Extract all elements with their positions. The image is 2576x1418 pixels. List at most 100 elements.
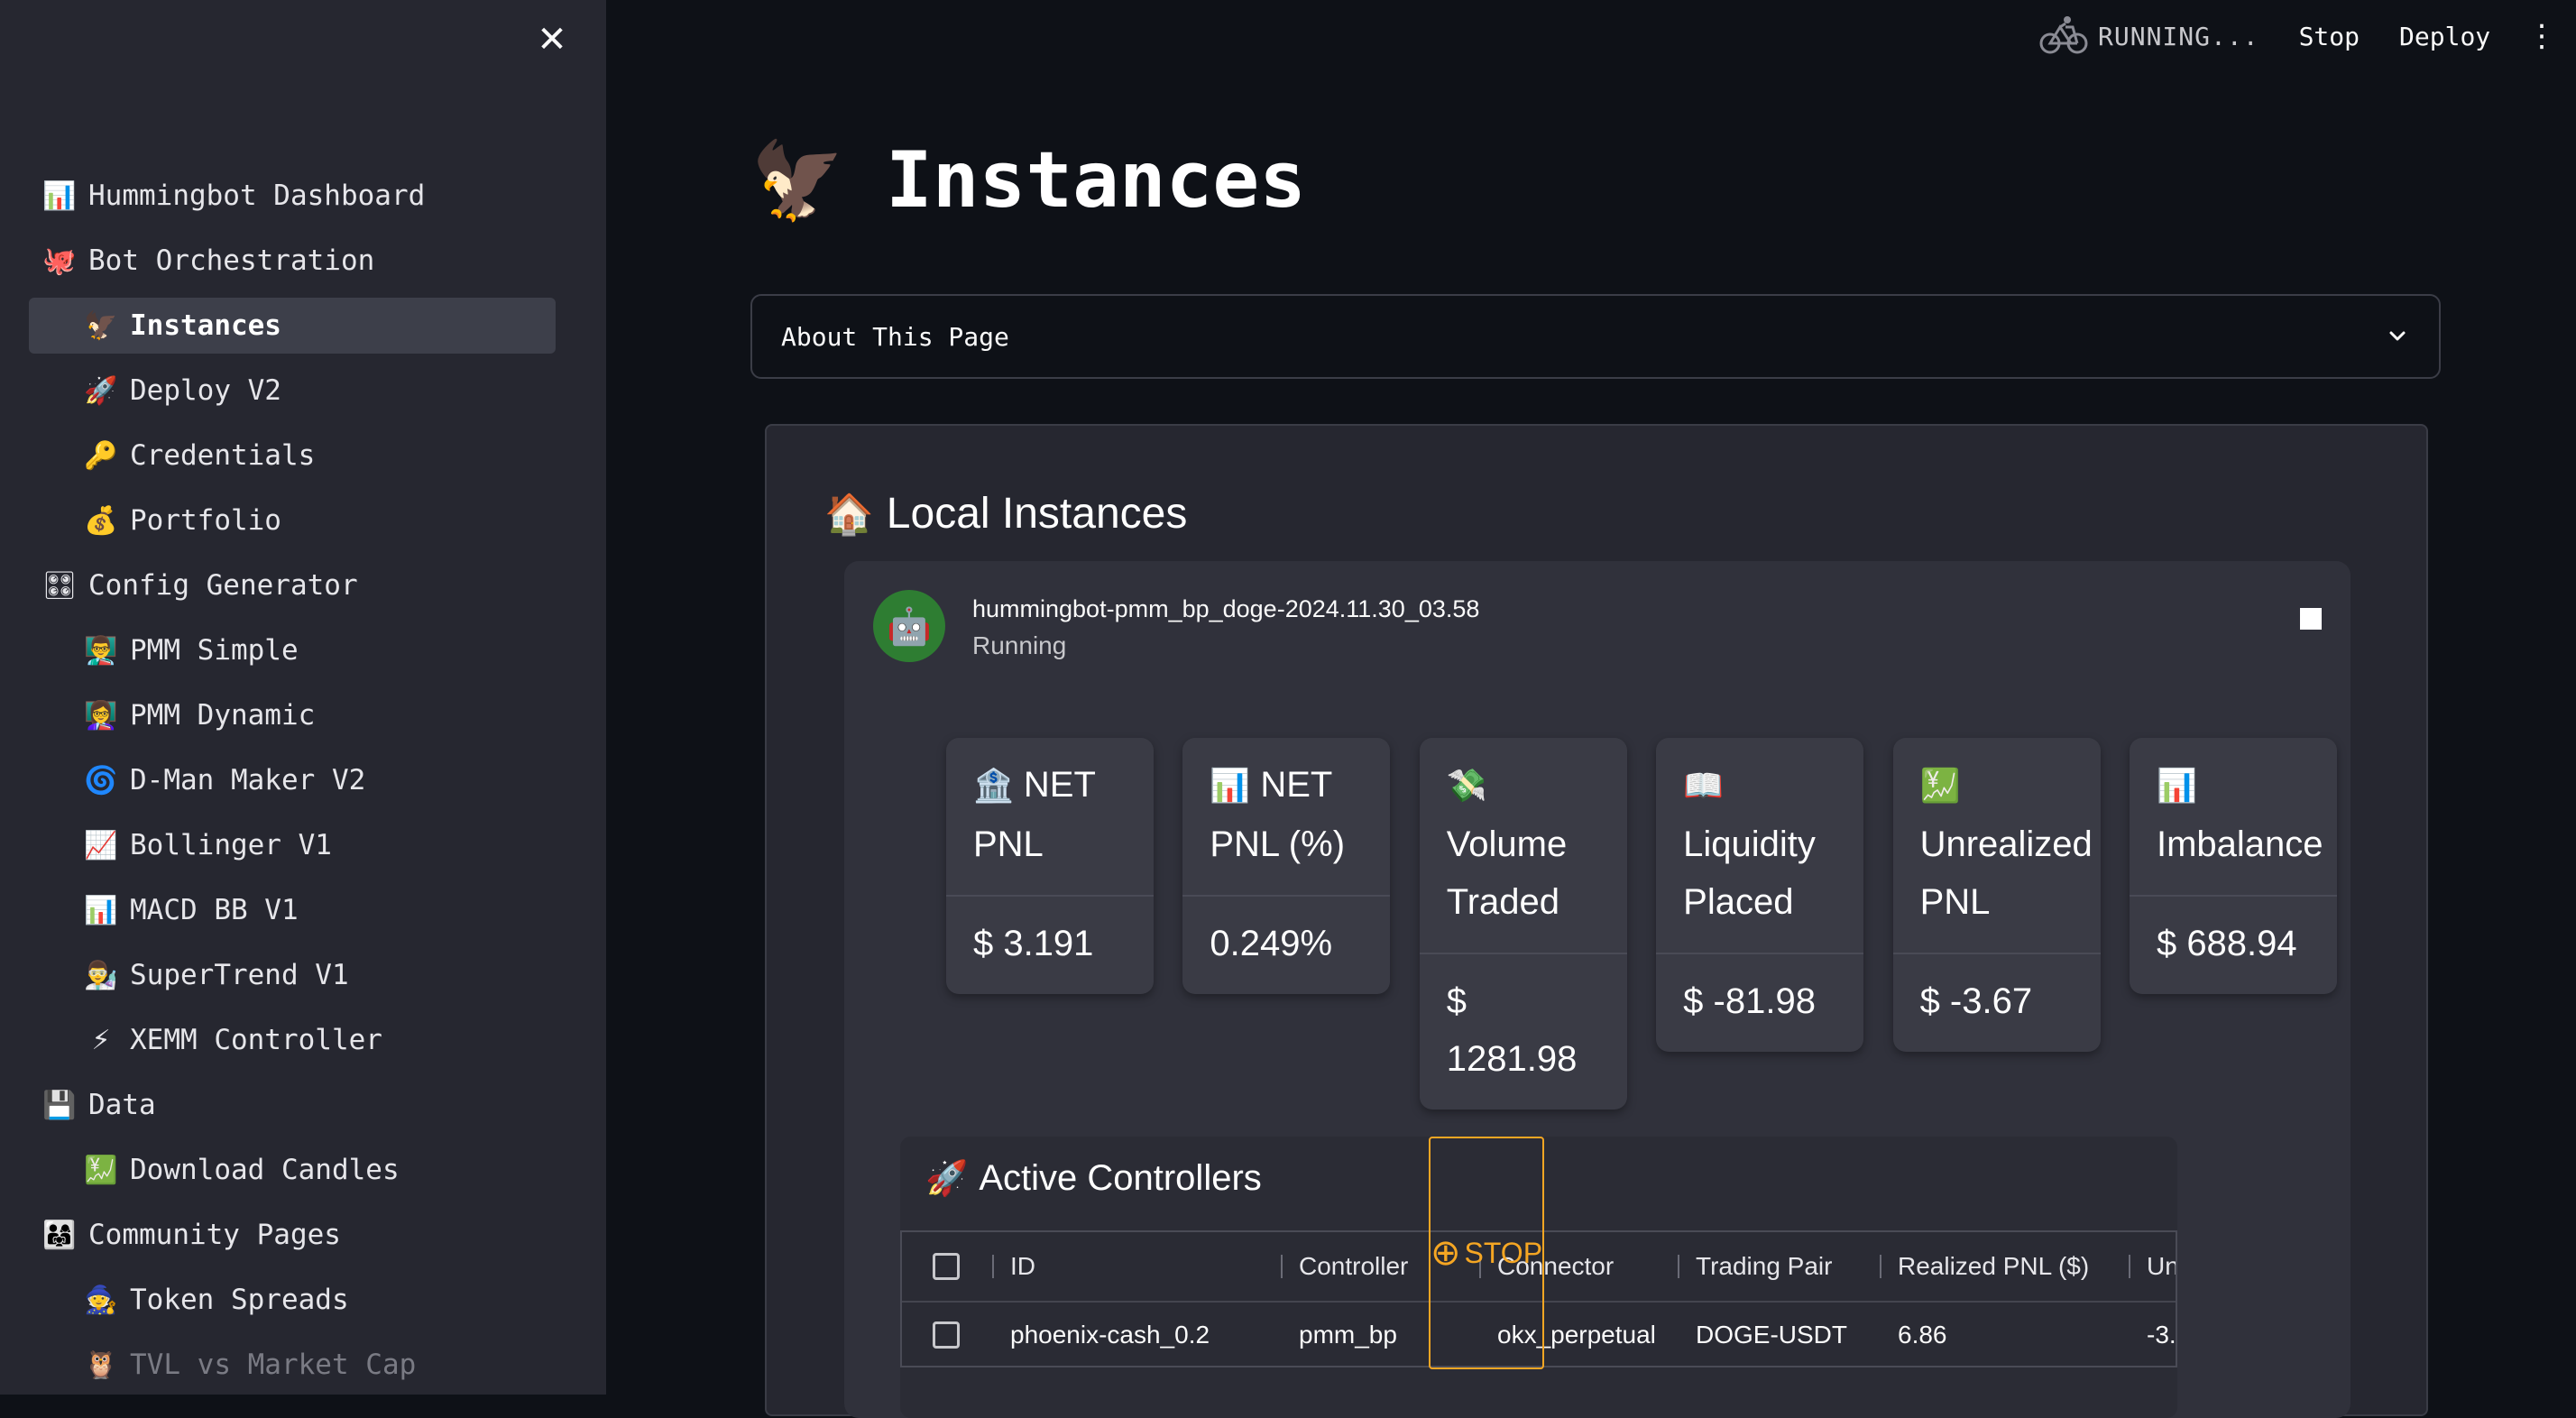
panel-title: 🏠 Local Instances (824, 489, 1187, 539)
metric-card: 🏦 NET PNL $ 3.191 (945, 738, 1154, 994)
running-status: RUNNING... (2038, 14, 2259, 58)
sidebar-item-xemm-controller[interactable]: ⚡ XEMM Controller (29, 1012, 556, 1068)
column-header[interactable]: ID (1010, 1252, 1035, 1281)
column-header[interactable]: Trading Pair (1696, 1252, 1832, 1281)
sidebar-item-icon: 💰 (84, 504, 118, 537)
local-instances-panel: 🏠 Local Instances 🤖 hummingbot-pmm_bp_do… (765, 424, 2428, 1418)
controllers-title: 🚀 Active Controllers (925, 1158, 1262, 1199)
sidebar-item-download-candles[interactable]: 💹 Download Candles (29, 1142, 556, 1198)
metric-label: 🏦 NET PNL (945, 738, 1154, 897)
chevron-down-icon (2389, 331, 2406, 341)
table-cell: DOGE-USDT (1696, 1321, 1847, 1349)
stop-controllers-label: STOP (1464, 1236, 1543, 1269)
sidebar-item-icon: 🎛 (41, 569, 78, 602)
sidebar-item-label: XEMM Controller (130, 1024, 382, 1056)
sidebar-item-data[interactable]: 💾 Data (29, 1077, 556, 1133)
sidebar-item-icon: ⚡ (91, 1024, 111, 1056)
sidebar-item-deploy-v2[interactable]: 🚀 Deploy V2 (29, 363, 556, 419)
metric-value: $ -3.67 (1919, 981, 2033, 1021)
controllers-title-text: Active Controllers (979, 1158, 1262, 1198)
sidebar-item-pmm-simple[interactable]: 👨‍🏫 PMM Simple (29, 622, 556, 678)
sidebar-item-icon: 🔑 (84, 439, 118, 472)
sidebar-item-label: Bot Orchestration (88, 244, 375, 277)
sidebar-item-icon: 👩‍🏫 (84, 699, 118, 732)
sidebar-item-label: Credentials (130, 439, 316, 472)
metric-value: $ 1281.98 (1446, 981, 1578, 1079)
metric-label: 📊 Imbalance (2129, 738, 2337, 897)
metric-label-text: Liquidity Placed (1683, 824, 1816, 922)
column-separator[interactable] (1678, 1255, 1679, 1278)
metric-label: 📊 NET PNL (%) (1182, 738, 1391, 897)
house-icon: 🏠 (824, 491, 874, 538)
stop-button[interactable]: Stop (2299, 22, 2360, 51)
stop-controllers-button[interactable]: ⊕ STOP (1429, 1137, 1544, 1369)
top-toolbar: RUNNING... Stop Deploy ⋮ (2038, 0, 2557, 72)
column-header[interactable]: Controller (1299, 1252, 1408, 1281)
column-separator[interactable] (2129, 1255, 2130, 1278)
row-checkbox[interactable] (933, 1253, 960, 1280)
sidebar-item-pmm-dynamic[interactable]: 👩‍🏫 PMM Dynamic (29, 687, 556, 743)
expander-label: About This Page (781, 321, 1009, 352)
sidebar-item-token-spreads[interactable]: 🧙 Token Spreads (29, 1272, 556, 1328)
instance-card: 🤖 hummingbot-pmm_bp_doge-2024.11.30_03.5… (844, 561, 2351, 1418)
sidebar-item-community-pages[interactable]: 👨‍👩‍👧 Community Pages (29, 1207, 556, 1263)
deploy-button[interactable]: Deploy (2399, 22, 2490, 51)
close-sidebar-icon[interactable]: ✕ (530, 18, 574, 61)
sidebar-item-bot-orchestration[interactable]: 🐙 Bot Orchestration (29, 233, 556, 289)
metric-card: 📊 NET PNL (%) 0.249% (1182, 738, 1391, 994)
sidebar-item-label: Bollinger V1 (130, 829, 332, 861)
column-header[interactable]: Un (2147, 1252, 2176, 1281)
sidebar-item-label: D-Man Maker V2 (130, 764, 366, 796)
sidebar-item-icon: 📈 (84, 829, 118, 861)
main-menu-icon[interactable]: ⋮ (2526, 18, 2557, 54)
sidebar-item-icon: 🐙 (42, 244, 77, 277)
sidebar-item-config-generator[interactable]: 🎛 Config Generator (29, 557, 556, 613)
sidebar-item-label: SuperTrend V1 (130, 959, 349, 991)
sidebar-item-d-man-maker-v2[interactable]: 🌀 D-Man Maker V2 (29, 752, 556, 808)
eagle-icon: 🦅 (750, 135, 845, 225)
column-separator[interactable] (1281, 1255, 1283, 1278)
column-separator[interactable] (1880, 1255, 1881, 1278)
sidebar-item-label: Data (88, 1089, 156, 1121)
sidebar-item-hummingbot-dashboard[interactable]: 📊 Hummingbot Dashboard (29, 168, 556, 224)
sidebar-item-bollinger-v1[interactable]: 📈 Bollinger V1 (29, 817, 556, 873)
sidebar-item-icon: 🧙 (84, 1284, 118, 1316)
sidebar-item-icon: 🚀 (84, 374, 118, 407)
metric-icon: 💸 (1446, 768, 1487, 805)
sidebar-item-portfolio[interactable]: 💰 Portfolio (29, 493, 556, 548)
metric-label-text: Unrealized PNL (1919, 824, 2093, 922)
row-checkbox[interactable] (933, 1321, 960, 1349)
sidebar-item-icon: 💾 (42, 1089, 77, 1121)
metric-icon: 🏦 (972, 768, 1014, 805)
metric-card: 📖 Liquidity Placed $ -81.98 (1656, 738, 1864, 1052)
status-text: RUNNING... (2098, 21, 2259, 51)
column-separator[interactable] (992, 1255, 994, 1278)
plus-circle-icon: ⊕ (1430, 1232, 1461, 1274)
sidebar-item-label: Community Pages (88, 1219, 341, 1251)
sidebar-item-label: Deploy V2 (130, 374, 281, 407)
sidebar-item-icon: 🌀 (84, 764, 118, 796)
sidebar-item-icon: 💹 (84, 1154, 118, 1186)
metric-label-text: Volume Traded (1446, 824, 1568, 922)
table-cell: 6.86 (1898, 1321, 1947, 1349)
rocket-icon: 🚀 (925, 1158, 969, 1198)
column-header[interactable]: Realized PNL ($) (1898, 1252, 2089, 1281)
about-expander[interactable]: About This Page (750, 294, 2441, 379)
table-cell: phoenix-cash_0.2 (1010, 1321, 1210, 1349)
metric-value: $ 3.191 (972, 924, 1094, 963)
sidebar-item-label: PMM Simple (130, 634, 299, 667)
sidebar-item-supertrend-v1[interactable]: 👨‍🔬 SuperTrend V1 (29, 947, 556, 1003)
page-title: Instances (886, 135, 1306, 226)
sidebar-item-label: Download Candles (130, 1154, 400, 1186)
sidebar-item-label: PMM Dynamic (130, 699, 316, 732)
sidebar-item-label: TVL vs Market Cap (130, 1349, 417, 1381)
sidebar-item-macd-bb-v1[interactable]: 📊 MACD BB V1 (29, 882, 556, 938)
metric-card: 📊 Imbalance $ 688.94 (2129, 738, 2337, 994)
sidebar-item-icon: 🦅 (84, 309, 118, 342)
sidebar-item-tvl-vs-market-cap[interactable]: 🦉 TVL vs Market Cap (29, 1337, 556, 1393)
metric-label: 💹 Unrealized PNL (1892, 738, 2101, 954)
page-header: 🦅 Instances (750, 135, 1306, 226)
sidebar-item-instances[interactable]: 🦅 Instances (29, 298, 556, 354)
sidebar-item-credentials[interactable]: 🔑 Credentials (29, 428, 556, 483)
stop-instance-icon[interactable] (2300, 608, 2322, 630)
